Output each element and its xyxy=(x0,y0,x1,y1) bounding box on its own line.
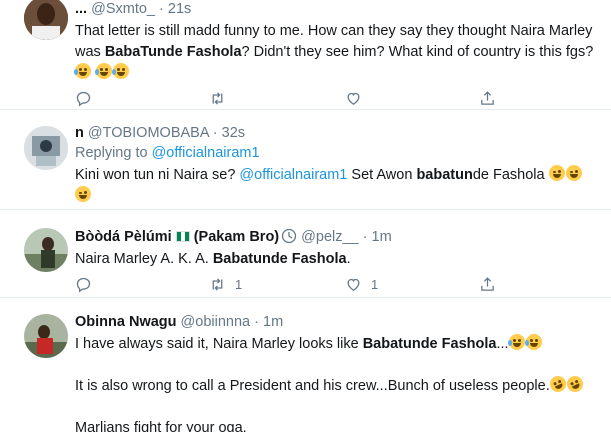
display-name[interactable]: Obinna Nwagu xyxy=(75,314,177,330)
tweet-header: Obinna Nwagu @obiinnna · 1m xyxy=(75,313,597,332)
clock-icon xyxy=(281,228,297,244)
avatar[interactable] xyxy=(24,314,68,358)
separator: · xyxy=(212,125,218,141)
reply-icon xyxy=(76,277,91,293)
face-with-tears-of-joy-icon xyxy=(74,63,91,79)
avatar[interactable] xyxy=(24,0,68,40)
retweet-icon xyxy=(212,277,223,291)
separator: · xyxy=(362,229,368,245)
highlighted-term: Babatunde Fashola xyxy=(212,251,347,267)
timestamp[interactable]: 32s xyxy=(222,125,245,141)
tweet[interactable]: n @TOBIOMOBABA · 32s Replying to @offici… xyxy=(0,110,611,210)
zany-face-icon xyxy=(75,186,91,202)
highlighted-term: BabaTunde Fashola xyxy=(104,44,242,60)
tweet[interactable]: Obinna Nwagu @obiinnna · 1m I have alway… xyxy=(0,298,611,432)
user-handle[interactable]: @TOBIOMOBABA xyxy=(88,125,209,141)
reply-button[interactable] xyxy=(75,274,92,294)
replying-to: Replying to @officialnairam1 xyxy=(75,144,597,163)
tweet-text-segment: Marlians fight for your oga. xyxy=(75,420,247,432)
rolling-on-the-floor-laughing-icon xyxy=(547,373,569,395)
display-name[interactable]: Bòòdá Pèlúmi xyxy=(75,229,172,245)
user-handle[interactable]: @pelz__ xyxy=(301,229,358,245)
tweet-text-segment: ... xyxy=(496,336,509,352)
nigeria-flag-icon xyxy=(175,231,190,242)
avatar[interactable] xyxy=(24,228,68,272)
tweet-text-segment: ? Didn't they see him? What kind of coun… xyxy=(241,44,594,60)
timestamp[interactable]: 1m xyxy=(372,229,392,245)
tweet-text-segment: . xyxy=(346,251,351,267)
face-with-tears-of-joy-icon xyxy=(524,334,542,350)
zany-face-icon xyxy=(565,165,582,181)
avatar[interactable] xyxy=(24,126,68,170)
replying-to-link[interactable]: @officialnairam1 xyxy=(152,145,260,161)
share-button[interactable] xyxy=(479,274,496,294)
tweet-actions: 1 1 xyxy=(75,274,515,294)
share-button[interactable] xyxy=(479,88,496,108)
tweet-header: n @TOBIOMOBABA · 32s xyxy=(75,124,597,143)
timestamp[interactable]: 1m xyxy=(263,314,283,330)
tweet-text: Naira Marley A. K. A. Babatunde Fashola. xyxy=(75,249,597,270)
timestamp[interactable]: 21s xyxy=(168,1,191,17)
tweet-text-segment: It is also wrong to call a President and… xyxy=(75,378,550,394)
retweet-count: 1 xyxy=(235,276,243,292)
face-with-tears-of-joy-icon xyxy=(112,63,130,79)
tweet-text-segment: Naira Marley A. K. A. xyxy=(75,251,213,267)
tweet[interactable]: Bòòdá Pèlúmi (Pakam Bro) @pelz__ · 1m Na… xyxy=(0,210,611,298)
user-handle[interactable]: @obiinnna xyxy=(181,314,251,330)
like-button[interactable] xyxy=(345,88,362,108)
user-handle[interactable]: @Sxmto_ xyxy=(91,1,155,17)
highlighted-term: Babatunde Fashola xyxy=(362,336,497,352)
reply-button[interactable] xyxy=(75,88,92,108)
separator: · xyxy=(254,314,259,330)
share-icon xyxy=(481,276,494,291)
tweet-actions xyxy=(75,166,515,186)
display-name[interactable]: n xyxy=(75,125,84,141)
display-name[interactable]: ... xyxy=(75,1,87,17)
retweet-icon xyxy=(212,91,223,105)
retweet-button[interactable]: 1 xyxy=(209,274,242,294)
heart-icon xyxy=(347,92,360,105)
tweet-actions xyxy=(75,88,515,108)
like-button[interactable]: 1 xyxy=(345,274,378,294)
tweet-text: That letter is still madd funny to me. H… xyxy=(74,21,597,84)
reply-icon xyxy=(76,91,91,107)
zany-face-icon xyxy=(548,165,565,181)
tweet[interactable]: ... @Sxmto_ · 21s That letter is still m… xyxy=(0,0,611,110)
tweet-text-segment: I have always said it, Naira Marley look… xyxy=(75,336,363,352)
face-with-tears-of-joy-icon xyxy=(507,334,525,350)
tweet-text-line: Marlians fight for your oga. xyxy=(75,418,597,432)
tweet-text-line: I have always said it, Naira Marley look… xyxy=(75,334,597,355)
face-with-tears-of-joy-icon xyxy=(95,63,113,79)
share-icon xyxy=(481,90,494,105)
replying-label: Replying to xyxy=(75,145,148,161)
rolling-on-the-floor-laughing-icon xyxy=(564,373,586,395)
display-name-suffix[interactable]: (Pakam Bro) xyxy=(194,229,279,245)
tweet-text-line: It is also wrong to call a President and… xyxy=(75,373,597,397)
heart-icon xyxy=(347,278,360,291)
separator: · xyxy=(159,1,164,17)
tweet-header: Bòòdá Pèlúmi (Pakam Bro) @pelz__ · 1m xyxy=(75,228,597,247)
tweet-header: ... @Sxmto_ · 21s xyxy=(75,0,597,19)
retweet-button[interactable] xyxy=(209,88,226,108)
like-count: 1 xyxy=(371,276,379,292)
